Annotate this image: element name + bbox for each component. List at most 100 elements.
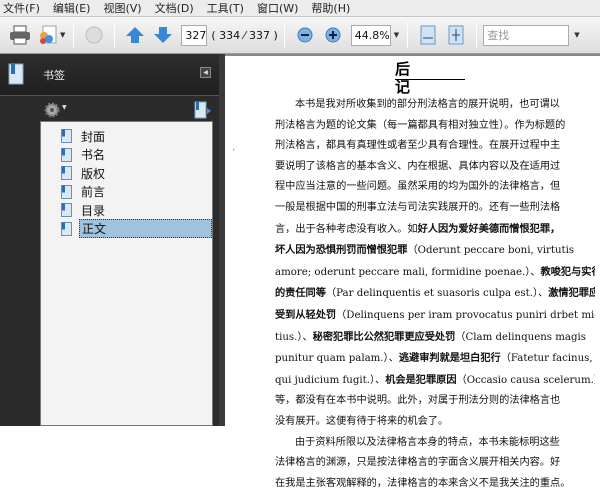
arrow-up-icon — [126, 27, 145, 43]
print-button[interactable] — [8, 23, 32, 47]
menu-edit[interactable]: 编辑(E) — [53, 0, 91, 16]
options-chevron-icon[interactable]: ▼ — [62, 104, 67, 111]
text-segment: 一般是根据中国的刑事立法与司法实践展开的。还有一些刑法格 — [275, 201, 561, 213]
text-segment: 等，都没有在本书中说明。此外，对属于刑法分则的法律格言也 — [275, 395, 561, 407]
bookmark-item[interactable]: 目录 — [41, 201, 212, 220]
bookmark-item[interactable]: 正文 — [41, 219, 212, 239]
fit-width-button[interactable] — [416, 23, 440, 47]
search-input[interactable]: 查找 — [483, 24, 570, 46]
text-line: 刑法格言，都具有真理性或者至少具有合理性。在展开过程中主 — [275, 136, 595, 157]
menu-file[interactable]: 文件(F) — [3, 0, 40, 16]
text-segment: qui judicium fugit.）、 — [275, 374, 386, 386]
zoom-input[interactable]: 44.8% — [350, 24, 391, 46]
text-segment: （Par delinquentis et suasoris culpa est.… — [325, 288, 549, 300]
bookmark-item[interactable]: 书名 — [41, 146, 212, 165]
bookmark-label: 封面 — [81, 129, 106, 144]
bookmark-label: 正文 — [79, 219, 212, 239]
fit-page-button[interactable] — [444, 23, 468, 47]
text-segment: 在我是主张客观解释的，法律格言的本来含义不是我关注的重点。 — [275, 477, 571, 489]
text-line: 受到从轻处罚（Delinquens per iram provocatus pu… — [275, 305, 595, 327]
text-segment: 由于资料所限以及法律格言本身的特点，本书未能标明这些 — [295, 436, 560, 448]
bookmark-panel-icon[interactable] — [8, 63, 24, 85]
bookmarks-title: 书签 — [43, 68, 65, 82]
page-heading: 后记 — [395, 60, 465, 96]
text-segment: （Clam delinquens magis — [455, 331, 587, 343]
text-line: amore; oderunt peccare mali, formidine p… — [275, 262, 595, 284]
document-view[interactable]: 后记 ' 本书是我对所收集到的部分刑法格言的展开说明，也可谓以 刑法格言为题的论文… — [225, 54, 600, 489]
text-line: 等，都没有在本书中说明。此外，对属于刑法分则的法律格言也 — [275, 391, 595, 412]
text-segment: （Fatetur facinus, — [500, 353, 593, 365]
text-line: punitur quam palam.）、逃避审判就是坦白犯行（Fatetur … — [275, 348, 595, 370]
next-page-button[interactable] — [151, 23, 175, 47]
text-segment: 言，出于各种考虑没有收入。如 — [275, 223, 418, 235]
text-line: tius.）、秘密犯罪比公然犯罪更应受处罚（Clam delinquens ma… — [275, 327, 595, 349]
text-line: 言，出于各种考虑没有收入。如好人因为爱好美德而憎恨犯罪， — [275, 219, 595, 241]
menu-document[interactable]: 文档(D) — [155, 0, 194, 16]
bookmark-label: 目录 — [81, 203, 106, 218]
text-segment: 法律格言的渊源，只是按法律格言的字面含义展开相关内容。好 — [275, 457, 561, 469]
text-line: 在我是主张客观解释的，法律格言的本来含义不是我关注的重点。 — [275, 474, 595, 494]
text-segment: 本书是我对所收集到的部分刑法格言的展开说明，也可谓以 — [295, 99, 560, 110]
text-segment: 要说明了该格言的基本含义、内在根据、具体内容以及在适用过 — [275, 160, 561, 172]
bookmark-icon — [61, 147, 72, 162]
search-dropdown-icon[interactable]: ▼ — [574, 31, 579, 39]
toolbar: ▼ 327 ( 334 ⁄ 337 ) 44.8% ▼ 查找 ▼ — [0, 17, 600, 54]
web-button[interactable] — [82, 23, 106, 47]
bookmark-item[interactable]: 封面 — [41, 127, 212, 146]
text-segment: tius.）、 — [275, 331, 313, 343]
text-line: 法律格言的渊源，只是按法律格言的字面含义展开相关内容。好 — [275, 453, 595, 474]
collapse-panel-button[interactable]: ◀ — [200, 67, 211, 78]
bookmark-icon — [61, 203, 72, 218]
bookmark-label: 书名 — [81, 148, 106, 163]
bookmark-icon — [61, 184, 72, 199]
bold-maxim: 的责任同等 — [275, 287, 326, 300]
menu-tools[interactable]: 工具(T) — [207, 0, 244, 16]
page-number-input[interactable]: 327 — [181, 24, 208, 46]
minus-circle-icon — [297, 27, 313, 43]
text-line: 坏人因为恐惧刑罚而憎恨犯罪（Oderunt peccare boni, virt… — [275, 240, 595, 262]
text-segment: （Delinquens per iram provocatus puniri d… — [336, 309, 595, 321]
fit-width-icon — [420, 25, 436, 45]
plus-circle-icon — [325, 27, 341, 43]
text-line: 本书是我对所收集到的部分刑法格言的展开说明，也可谓以 — [275, 95, 595, 116]
bookmark-icon — [61, 129, 72, 144]
toolbar-divider — [476, 22, 478, 48]
bookmark-item[interactable]: 前言 — [41, 183, 212, 202]
menu-window[interactable]: 窗口(W) — [257, 0, 298, 16]
expand-bookmark-icon[interactable] — [194, 101, 212, 119]
text-segment: 没有展开。这便有待于将来的机会了。 — [275, 415, 449, 427]
bold-maxim: 逃避审判就是坦白犯行 — [398, 352, 501, 365]
zoom-in-button[interactable] — [321, 23, 345, 47]
bookmark-item[interactable]: 版权 — [41, 164, 212, 183]
text-segment: 刑法格言，都具有真理性或者至少具有合理性。在展开过程中主 — [275, 140, 561, 152]
collaborate-button[interactable] — [36, 23, 60, 47]
text-line: 没有展开。这便有待于将来的机会了。 — [275, 412, 595, 433]
bookmark-label: 版权 — [81, 166, 106, 181]
toolbar-divider — [73, 22, 75, 48]
bookmarks-header: 书签 ◀ — [0, 54, 219, 96]
menu-help[interactable]: 帮助(H) — [311, 0, 350, 16]
bold-maxim: 机会是犯罪原因 — [385, 373, 457, 386]
toolbar-divider — [407, 22, 409, 48]
text-segment: （Occasio causa scelerum.）等 — [456, 374, 595, 386]
text-line: 由于资料所限以及法律格言本身的特点，本书未能标明这些 — [275, 433, 595, 454]
text-line: 的责任同等（Par delinquentis et suasoris culpa… — [275, 283, 595, 305]
bold-maxim: 激情犯罪应当 — [548, 287, 595, 300]
bold-maxim: 教唆犯与实行犯 — [540, 265, 595, 278]
text-line: 程中应当注意的一些问题。虽然采用的均为国外的法律格言，但 — [275, 177, 595, 198]
menu-view[interactable]: 视图(V) — [103, 0, 141, 16]
chevron-down-icon[interactable]: ▼ — [60, 31, 65, 39]
bookmark-icon — [61, 166, 72, 181]
bookmark-tools: ▼ — [40, 98, 216, 122]
bold-maxim: 秘密犯罪比公然犯罪更应受处罚 — [312, 330, 456, 343]
page-mark: ' — [233, 148, 235, 155]
zoom-out-button[interactable] — [293, 23, 317, 47]
text-line: qui judicium fugit.）、机会是犯罪原因（Occasio cau… — [275, 370, 595, 392]
menu-bar: 文件(F) 编辑(E) 视图(V) 文档(D) 工具(T) 窗口(W) 帮助(H… — [0, 0, 600, 17]
text-line: 一般是根据中国的刑事立法与司法实践展开的。还有一些刑法格 — [275, 198, 595, 219]
printer-icon — [10, 25, 30, 45]
zoom-dropdown-icon[interactable]: ▼ — [394, 31, 399, 39]
gear-icon[interactable] — [44, 102, 60, 118]
bold-maxim: 受到从轻处罚 — [275, 308, 337, 321]
previous-page-button[interactable] — [123, 23, 147, 47]
